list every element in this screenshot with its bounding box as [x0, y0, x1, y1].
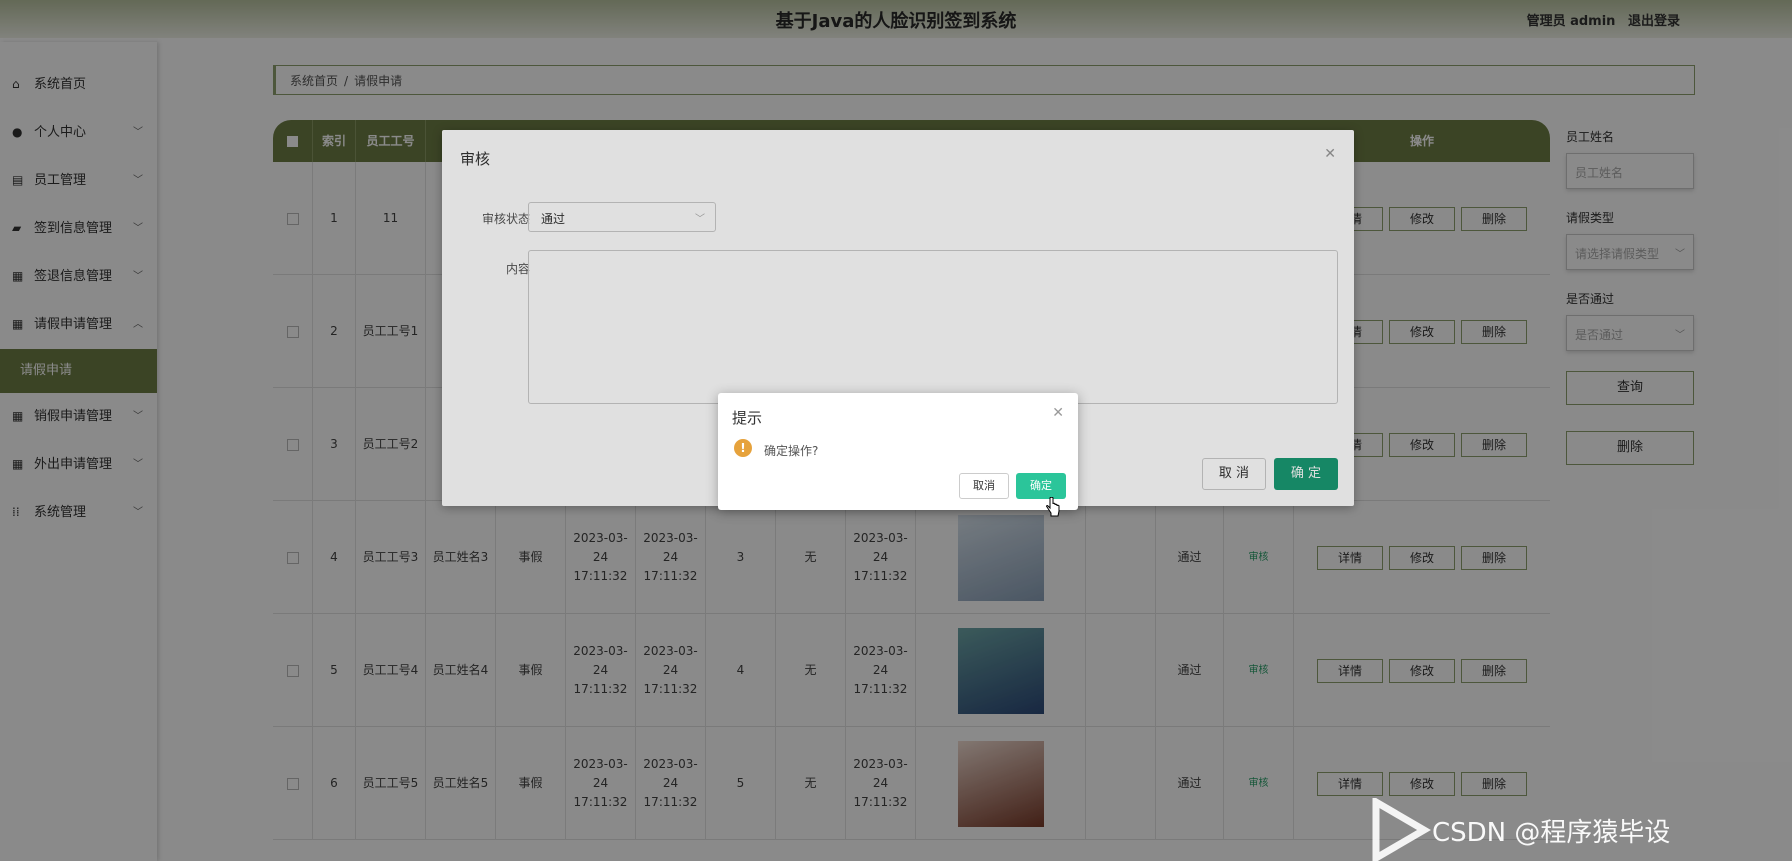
- confirm-message: 确定操作?: [764, 444, 819, 458]
- hand-cursor-icon: [1046, 497, 1060, 517]
- close-icon[interactable]: ✕: [1052, 405, 1064, 421]
- play-logo-icon: [1372, 798, 1431, 861]
- confirm-dialog: 提示 ✕ ! 确定操作? 取消 确定: [718, 393, 1078, 510]
- confirm-dialog-title: 提示: [732, 409, 763, 427]
- watermark: CSDN @程序猿毕设: [1368, 798, 1792, 861]
- watermark-text: CSDN @程序猿毕设: [1432, 818, 1671, 848]
- warning-icon: !: [734, 439, 752, 457]
- confirm-ok-button[interactable]: 确定: [1016, 473, 1066, 499]
- confirm-cancel-button[interactable]: 取消: [959, 473, 1009, 499]
